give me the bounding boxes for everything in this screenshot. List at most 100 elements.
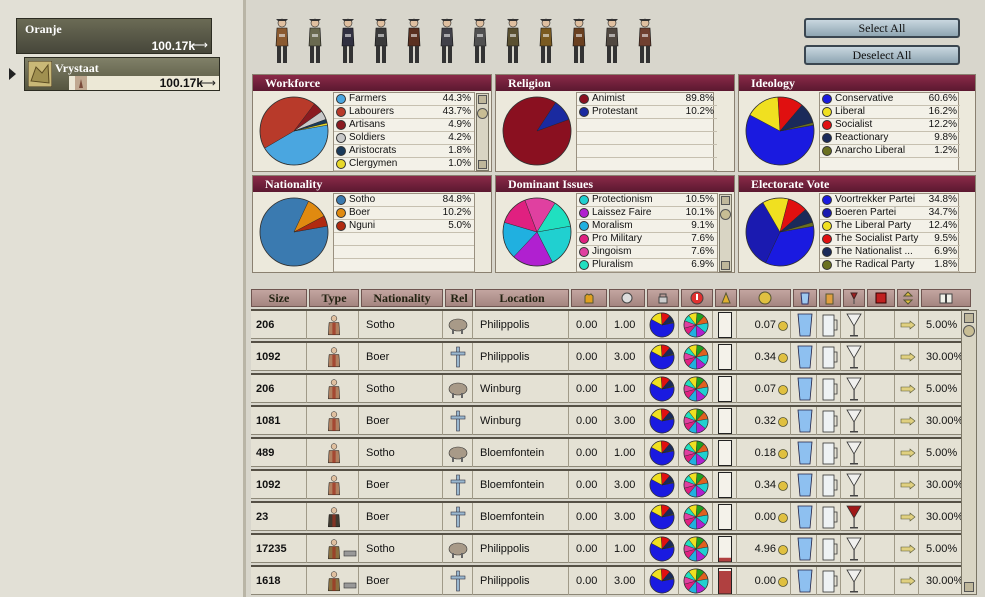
- legend-row[interactable]: [820, 158, 960, 171]
- legend-row[interactable]: Artisans 4.9%: [334, 119, 474, 132]
- workforce-scrollbar[interactable]: [476, 93, 489, 171]
- pop-table-scrollbar[interactable]: [961, 310, 977, 595]
- sort-literacy-header[interactable]: [921, 289, 971, 307]
- cell-type[interactable]: [309, 503, 359, 531]
- sort-migration-header[interactable]: [897, 289, 919, 307]
- sort-nationality-header[interactable]: Nationality: [361, 289, 443, 307]
- sort-religion-header[interactable]: Rel: [445, 289, 473, 307]
- cell-location[interactable]: Philippolis: [475, 343, 569, 371]
- scroll-down-icon[interactable]: [478, 160, 487, 169]
- sort-type-header[interactable]: Type: [309, 289, 359, 307]
- cell-migration[interactable]: [897, 375, 919, 403]
- table-row[interactable]: 1618 Boer Philippolis 0.00 3.00 0.00 30.00%: [251, 565, 969, 595]
- cell-type[interactable]: [309, 567, 359, 595]
- cell-ideo-pie[interactable]: [647, 503, 679, 531]
- cell-location[interactable]: Philippolis: [475, 311, 569, 339]
- cell-location[interactable]: Winburg: [475, 407, 569, 435]
- legend-row[interactable]: Boer 10.2%: [334, 207, 474, 220]
- table-row[interactable]: 206 Sotho Philippolis 0.00 1.00 0.07 5.00%: [251, 309, 969, 339]
- legend-row[interactable]: Socialist 12.2%: [820, 119, 960, 132]
- legend-row[interactable]: Clergymen 1.0%: [334, 158, 474, 171]
- deselect-all-button[interactable]: Deselect All: [804, 45, 960, 65]
- table-row[interactable]: 489 Sotho Bloemfontein 0.00 1.00 0.18 5.00%: [251, 437, 969, 467]
- table-row[interactable]: 206 Sotho Winburg 0.00 1.00 0.07 5.00%: [251, 373, 969, 403]
- scroll-thumb[interactable]: [720, 209, 731, 220]
- table-row[interactable]: 1081 Boer Winburg 0.00 3.00 0.32 30.00%: [251, 405, 969, 435]
- cell-issues-pie[interactable]: [681, 343, 713, 371]
- cell-location[interactable]: Bloemfontein: [475, 503, 569, 531]
- cell-ideo-pie[interactable]: [647, 567, 679, 595]
- legend-row[interactable]: The Socialist Party 9.5%: [820, 233, 960, 246]
- cell-issues-pie[interactable]: [681, 375, 713, 403]
- sort-ideology-header[interactable]: [647, 289, 679, 307]
- legend-row[interactable]: Protectionism 10.5%: [577, 194, 717, 207]
- cell-ideo-pie[interactable]: [647, 375, 679, 403]
- cell-migration[interactable]: [897, 343, 919, 371]
- scroll-thumb[interactable]: [477, 108, 488, 119]
- scroll-down-icon[interactable]: [964, 582, 974, 592]
- legend-row[interactable]: Pro Military 7.6%: [577, 233, 717, 246]
- sort-luxury-needs-header[interactable]: [843, 289, 865, 307]
- sort-unemployment-header[interactable]: [715, 289, 737, 307]
- legend-row[interactable]: Aristocrats 1.8%: [334, 145, 474, 158]
- cell-issues-pie[interactable]: [681, 503, 713, 531]
- legend-row[interactable]: Labourers 43.7%: [334, 106, 474, 119]
- sort-location-header[interactable]: Location: [475, 289, 569, 307]
- sort-militancy-header[interactable]: [571, 289, 607, 307]
- legend-row[interactable]: The Liberal Party 12.4%: [820, 220, 960, 233]
- pop-type-officers-icon[interactable]: [634, 16, 656, 66]
- cell-migration[interactable]: [897, 407, 919, 435]
- legend-row[interactable]: Boeren Partei 34.7%: [820, 207, 960, 220]
- sort-size-header[interactable]: Size: [251, 289, 307, 307]
- cell-issues-pie[interactable]: [681, 407, 713, 435]
- table-row[interactable]: 17235 Sotho Philippolis 0.00 1.00 4.96 5.00%: [251, 533, 969, 563]
- cell-ideo-pie[interactable]: [647, 535, 679, 563]
- scroll-thumb[interactable]: [963, 325, 975, 337]
- legend-row[interactable]: Reactionary 9.8%: [820, 132, 960, 145]
- legend-row[interactable]: Pluralism 6.9%: [577, 259, 717, 272]
- legend-row[interactable]: Soldiers 4.2%: [334, 132, 474, 145]
- legend-row[interactable]: [334, 259, 474, 272]
- legend-row[interactable]: Voortrekker Partei 34.8%: [820, 194, 960, 207]
- table-row[interactable]: 23 Boer Bloemfontein 0.00 3.00 0.00 30.00%: [251, 501, 969, 531]
- state-goto-arrow-icon[interactable]: ⟶: [199, 76, 216, 90]
- legend-row[interactable]: Protestant 10.2%: [577, 106, 717, 119]
- pop-type-miners-icon[interactable]: [535, 16, 557, 66]
- state-entry-vrystaat[interactable]: Vrystaat 100.17k ⟶: [24, 57, 220, 91]
- legend-row[interactable]: Animist 89.8%: [577, 93, 717, 106]
- cell-location[interactable]: Winburg: [475, 375, 569, 403]
- scroll-down-icon[interactable]: [721, 261, 730, 270]
- legend-row[interactable]: The Radical Party 1.8%: [820, 259, 960, 272]
- select-all-button[interactable]: Select All: [804, 18, 960, 38]
- cell-location[interactable]: Philippolis: [475, 567, 569, 595]
- cell-type[interactable]: [309, 343, 359, 371]
- pop-type-farmers-icon[interactable]: [271, 16, 293, 66]
- legend-row[interactable]: Sotho 84.8%: [334, 194, 474, 207]
- cell-type[interactable]: [309, 439, 359, 467]
- sort-flag-header[interactable]: [867, 289, 895, 307]
- sort-cash-header[interactable]: [739, 289, 791, 307]
- pop-type-bureaucrats-icon[interactable]: [370, 16, 392, 66]
- cell-issues-pie[interactable]: [681, 439, 713, 467]
- cell-migration[interactable]: [897, 503, 919, 531]
- legend-row[interactable]: Conservative 60.6%: [820, 93, 960, 106]
- cell-migration[interactable]: [897, 567, 919, 595]
- cell-ideo-pie[interactable]: [647, 439, 679, 467]
- sort-life-needs-header[interactable]: [793, 289, 817, 307]
- cell-location[interactable]: Bloemfontein: [475, 471, 569, 499]
- cell-location[interactable]: Bloemfontein: [475, 439, 569, 467]
- issues-scrollbar[interactable]: [719, 194, 732, 272]
- legend-row[interactable]: [577, 132, 717, 145]
- cell-migration[interactable]: [897, 311, 919, 339]
- pop-type-soldiers-icon[interactable]: [403, 16, 425, 66]
- sort-everyday-needs-header[interactable]: [819, 289, 841, 307]
- sort-issues-header[interactable]: [681, 289, 713, 307]
- cell-type[interactable]: [309, 535, 359, 563]
- pop-type-aristocrats-icon[interactable]: [568, 16, 590, 66]
- cell-ideo-pie[interactable]: [647, 343, 679, 371]
- sort-consciousness-header[interactable]: [609, 289, 645, 307]
- legend-row[interactable]: Farmers 44.3%: [334, 93, 474, 106]
- pop-type-slaves-icon[interactable]: [601, 16, 623, 66]
- legend-row[interactable]: [334, 246, 474, 259]
- cell-type[interactable]: [309, 311, 359, 339]
